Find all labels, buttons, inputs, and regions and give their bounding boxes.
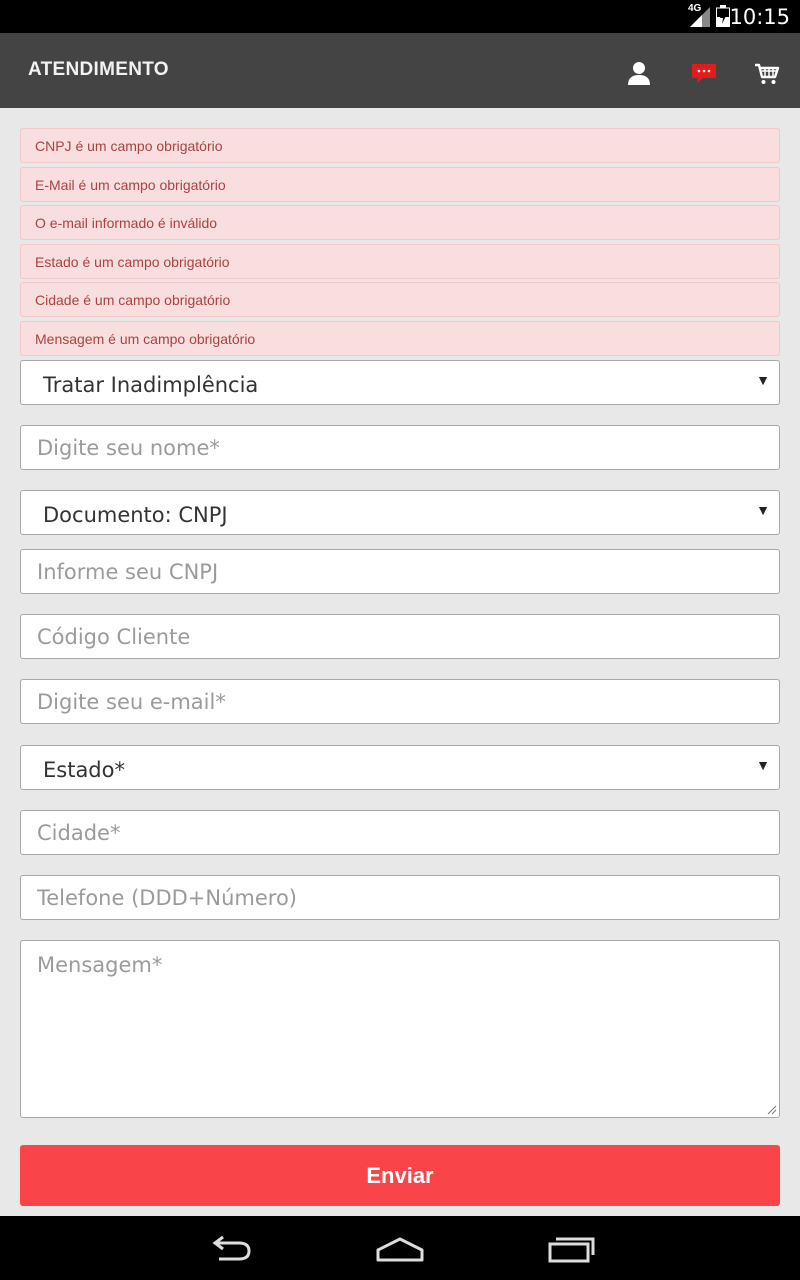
- signal-icon: [690, 7, 710, 27]
- clock: 10:15: [729, 5, 790, 29]
- cnpj-input[interactable]: [20, 549, 780, 594]
- status-bar: 4G 10:15: [0, 0, 800, 33]
- subject-select[interactable]: Tratar Inadimplência ▼: [20, 360, 780, 405]
- message-wrapper: [20, 940, 780, 1118]
- home-icon[interactable]: [375, 1234, 425, 1264]
- resize-handle-icon[interactable]: [767, 1105, 777, 1115]
- error-email-invalid: O e-mail informado é inválido: [20, 205, 780, 240]
- user-icon[interactable]: [626, 60, 652, 86]
- document-select-value: Documento: CNPJ: [43, 503, 228, 527]
- battery-icon: [716, 5, 730, 27]
- app-bar: ATENDIMENTO: [0, 33, 800, 108]
- error-city: Cidade é um campo obrigatório: [20, 282, 780, 317]
- dropdown-arrow-icon: ▼: [756, 757, 770, 773]
- client-code-input[interactable]: [20, 614, 780, 659]
- system-nav-bar: [0, 1216, 800, 1280]
- chat-icon[interactable]: [691, 60, 717, 86]
- state-select-value: Estado*: [43, 758, 125, 782]
- submit-button[interactable]: Enviar: [20, 1145, 780, 1206]
- error-email-required: E-Mail é um campo obrigatório: [20, 167, 780, 202]
- error-message: Mensagem é um campo obrigatório: [20, 321, 780, 356]
- recents-icon[interactable]: [546, 1234, 596, 1264]
- city-input[interactable]: [20, 810, 780, 855]
- name-input[interactable]: [20, 425, 780, 470]
- state-select[interactable]: Estado* ▼: [20, 745, 780, 790]
- dropdown-arrow-icon: ▼: [756, 502, 770, 518]
- email-input[interactable]: [20, 679, 780, 724]
- back-icon[interactable]: [205, 1234, 255, 1264]
- error-cnpj: CNPJ é um campo obrigatório: [20, 128, 780, 163]
- document-select[interactable]: Documento: CNPJ ▼: [20, 490, 780, 535]
- message-textarea[interactable]: [20, 940, 780, 1118]
- phone-input[interactable]: [20, 875, 780, 920]
- subject-select-value: Tratar Inadimplência: [43, 373, 259, 397]
- cart-icon[interactable]: [754, 60, 780, 86]
- error-state: Estado é um campo obrigatório: [20, 244, 780, 279]
- page-title: ATENDIMENTO: [28, 59, 169, 80]
- dropdown-arrow-icon: ▼: [756, 372, 770, 388]
